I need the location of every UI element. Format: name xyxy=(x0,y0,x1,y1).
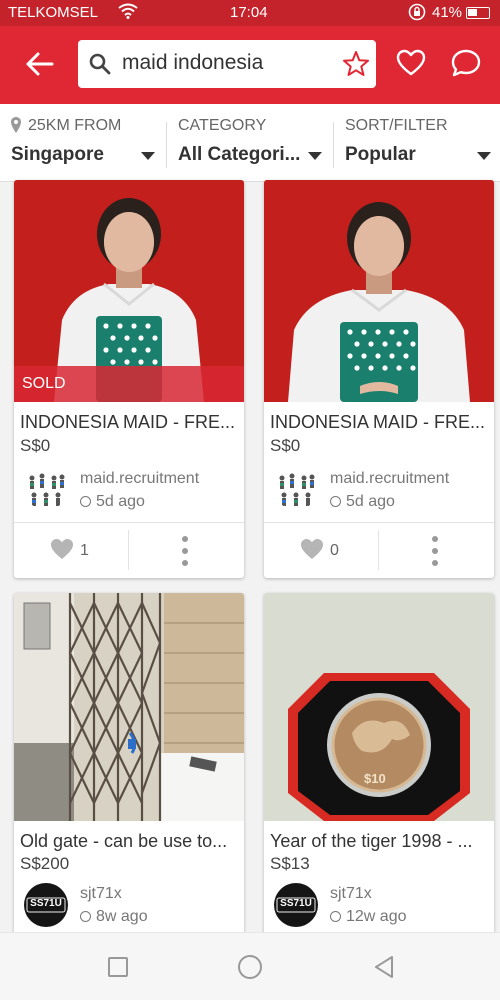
like-button[interactable]: 0 xyxy=(300,536,360,566)
heart-icon xyxy=(396,49,426,76)
square-icon xyxy=(108,957,128,977)
card-divider xyxy=(14,522,244,523)
search-icon xyxy=(89,53,111,75)
listing-photo[interactable] xyxy=(14,593,244,821)
search-query-text: maid indonesia xyxy=(122,51,264,74)
listing-card[interactable]: SOLD INDONESIA MAID - FRE... S$0 maid.re… xyxy=(14,180,244,578)
back-button[interactable] xyxy=(20,46,60,82)
clock-icon xyxy=(80,911,91,922)
battery-level: 41% xyxy=(432,4,463,21)
listing-card[interactable]: Old gate - can be use to... S$200 SS71U … xyxy=(14,593,244,953)
rotation-lock-icon xyxy=(408,3,426,24)
coin-denomination: $10 xyxy=(364,771,386,786)
listing-card[interactable]: $10 Year of the tiger 1998 - ... S$13 SS… xyxy=(264,593,494,953)
chevron-down-icon xyxy=(308,152,322,160)
category-filter[interactable]: CATEGORY All Categori... xyxy=(167,104,333,182)
listing-price: S$200 xyxy=(20,854,70,873)
clock-icon xyxy=(330,911,341,922)
listing-time-text: 12w ago xyxy=(346,908,407,925)
back-arrow-icon xyxy=(26,52,54,76)
home-button[interactable] xyxy=(236,953,264,981)
listing-time: 8w ago xyxy=(80,908,148,926)
listing-time: 5d ago xyxy=(330,493,395,511)
sort-filter[interactable]: SORT/FILTER Popular xyxy=(334,104,500,182)
like-count: 0 xyxy=(330,542,339,559)
more-vertical-icon xyxy=(182,536,188,542)
heart-icon xyxy=(301,539,323,559)
status-time: 17:04 xyxy=(230,4,268,21)
category-filter-value: All Categori... xyxy=(178,144,301,165)
more-options-button[interactable] xyxy=(170,534,200,568)
location-pin-icon xyxy=(11,117,21,133)
category-filter-label: CATEGORY xyxy=(178,117,267,134)
listing-card[interactable]: INDONESIA MAID - FRE... S$0 maid.recruit… xyxy=(264,180,494,578)
seller-name[interactable]: sjt71x xyxy=(330,885,372,903)
filter-bar: 25KM FROM Singapore CATEGORY All Categor… xyxy=(0,104,500,182)
listing-time-text: 8w ago xyxy=(96,908,148,925)
seller-avatar[interactable]: SS71U xyxy=(274,883,318,927)
sort-filter-value: Popular xyxy=(345,144,416,165)
triangle-back-icon xyxy=(375,956,393,978)
listing-price: S$0 xyxy=(270,436,301,455)
listing-title[interactable]: Year of the tiger 1998 - ... xyxy=(270,831,472,852)
location-filter-label: 25KM FROM xyxy=(28,117,122,134)
listing-title[interactable]: INDONESIA MAID - FRE... xyxy=(270,412,485,433)
clock-icon xyxy=(330,496,341,507)
sold-badge: SOLD xyxy=(14,366,244,402)
circle-icon xyxy=(238,955,262,979)
seller-name[interactable]: maid.recruitment xyxy=(330,470,449,488)
app-header: maid indonesia xyxy=(0,26,500,104)
listing-title[interactable]: INDONESIA MAID - FRE... xyxy=(20,412,235,433)
more-options-button[interactable] xyxy=(420,534,450,568)
card-divider xyxy=(128,530,129,570)
more-vertical-icon xyxy=(432,536,438,542)
carrier-name: TELKOMSEL xyxy=(8,4,99,21)
seller-avatar[interactable] xyxy=(274,466,318,510)
listing-price: S$0 xyxy=(20,436,51,455)
avatar-plate-text: SS71U xyxy=(280,898,312,909)
location-filter[interactable]: 25KM FROM Singapore xyxy=(0,104,166,182)
listing-price: S$13 xyxy=(270,854,310,873)
chevron-down-icon xyxy=(477,152,491,160)
seller-avatar[interactable]: SS71U xyxy=(24,883,68,927)
status-bar: TELKOMSEL 17:04 41% xyxy=(0,0,500,26)
clock-icon xyxy=(80,496,91,507)
heart-icon xyxy=(51,539,73,559)
like-count: 1 xyxy=(80,542,89,559)
avatar-plate-text: SS71U xyxy=(30,898,62,909)
listing-photo[interactable] xyxy=(264,180,494,402)
seller-name[interactable]: sjt71x xyxy=(80,885,122,903)
seller-avatar[interactable] xyxy=(24,466,68,510)
card-divider xyxy=(378,530,379,570)
card-divider xyxy=(264,522,494,523)
search-input[interactable]: maid indonesia xyxy=(78,40,376,88)
system-back-button[interactable] xyxy=(370,953,398,981)
wifi-icon xyxy=(118,3,138,22)
chat-button[interactable] xyxy=(450,47,482,79)
favorites-button[interactable] xyxy=(396,48,426,78)
listing-time: 5d ago xyxy=(80,493,145,511)
chevron-down-icon xyxy=(141,152,155,160)
sort-filter-label: SORT/FILTER xyxy=(345,117,448,134)
recent-apps-button[interactable] xyxy=(104,953,132,981)
listing-photo[interactable]: SOLD xyxy=(14,180,244,402)
location-filter-value: Singapore xyxy=(11,144,104,165)
battery-icon xyxy=(466,7,490,19)
listing-title[interactable]: Old gate - can be use to... xyxy=(20,831,227,852)
listing-time: 12w ago xyxy=(330,908,407,926)
chat-bubble-icon xyxy=(451,49,481,77)
seller-name[interactable]: maid.recruitment xyxy=(80,470,199,488)
system-navigation-bar xyxy=(0,932,500,1000)
listing-time-text: 5d ago xyxy=(96,493,145,510)
listing-photo[interactable]: $10 xyxy=(264,593,494,821)
like-button[interactable]: 1 xyxy=(50,536,110,566)
listing-time-text: 5d ago xyxy=(346,493,395,510)
star-icon[interactable] xyxy=(342,50,370,78)
